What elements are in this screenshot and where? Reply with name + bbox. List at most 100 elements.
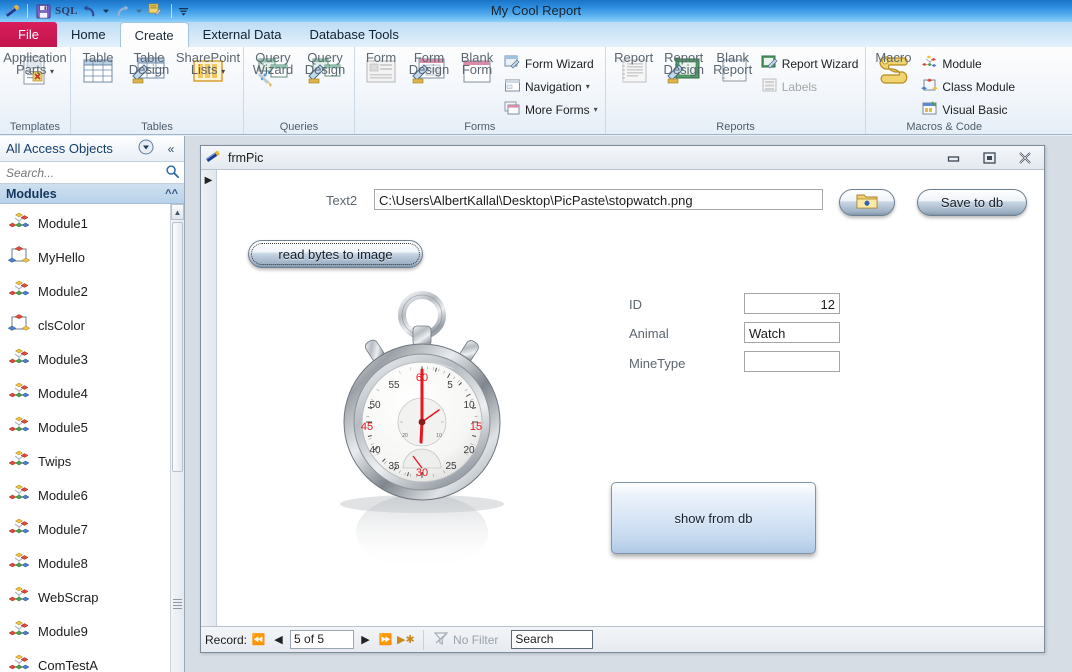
undo-dropdown-icon[interactable] [102, 2, 111, 20]
double-chevron-up-icon[interactable]: ^^ [165, 188, 178, 200]
redo-icon[interactable] [114, 2, 132, 20]
nav-next-icon[interactable]: ▶ [357, 633, 374, 646]
magnifier-icon[interactable] [165, 164, 180, 182]
table-label: Table [82, 50, 114, 65]
list-item[interactable]: Module1 [0, 206, 170, 240]
navigation-button[interactable]: Navigation ▾ [501, 76, 601, 97]
animal-label: Animal [629, 326, 669, 341]
list-item[interactable]: Twips [0, 444, 170, 478]
tab-home[interactable]: Home [57, 22, 120, 47]
svg-text:50: 50 [369, 400, 381, 411]
navigation-icon [504, 77, 521, 97]
report-wizard-label: Report Wizard [781, 56, 859, 71]
module-icon [8, 449, 30, 474]
restore-icon[interactable] [974, 149, 1004, 167]
scrollbar-thumb[interactable] [172, 222, 183, 472]
nav-first-icon[interactable]: ⏪ [250, 633, 267, 646]
form-body: ▶ Text2 C:\Users\AlbertKallal\Desktop\Pi… [201, 170, 1044, 626]
macro-button[interactable]: Macro [870, 49, 916, 92]
list-item[interactable]: ComTestA [0, 648, 170, 672]
query-wizard-button[interactable]: Query Wizard [248, 49, 298, 92]
list-item[interactable]: Module2 [0, 274, 170, 308]
report-label: Report [614, 50, 654, 65]
record-selector-bar[interactable]: ▶ [201, 170, 217, 626]
minimize-icon[interactable] [938, 149, 968, 167]
blank-form-button[interactable]: Blank Form [455, 49, 499, 92]
read-bytes-to-image-button[interactable]: read bytes to image [248, 240, 423, 268]
blank-report-button[interactable]: Blank Report [710, 49, 756, 92]
nav-last-icon[interactable]: ⏩ [377, 633, 394, 646]
tab-create[interactable]: Create [119, 22, 189, 47]
list-item[interactable]: MyHello [0, 240, 170, 274]
sql-icon[interactable]: SQL [55, 5, 78, 17]
tab-external-data[interactable]: External Data [189, 22, 296, 47]
svg-text:45: 45 [361, 421, 373, 433]
query-design-button[interactable]: Query Design [300, 49, 350, 92]
nav-prev-icon[interactable]: ◀ [270, 633, 287, 646]
report-design-button[interactable]: Report Design [660, 49, 708, 92]
double-chevron-left-icon[interactable]: « [158, 142, 184, 156]
navigation-search-box[interactable] [0, 162, 184, 184]
minetype-field[interactable] [744, 351, 840, 372]
table-button[interactable]: Table [75, 49, 121, 92]
navigation-pane-header[interactable]: All Access Objects « [0, 136, 184, 162]
redo-dropdown-icon[interactable] [135, 2, 144, 20]
form-wizard-button[interactable]: Form Wizard [501, 53, 601, 74]
scroll-up-button[interactable]: ▲ [171, 204, 184, 220]
id-field[interactable]: 12 [744, 293, 840, 314]
report-button[interactable]: Report [610, 49, 658, 92]
application-parts-button[interactable]: Application Parts ▾ [3, 49, 67, 92]
search-input[interactable] [4, 164, 165, 181]
chevron-down-icon-2: ▾ [593, 105, 598, 114]
macro-icon[interactable] [147, 2, 165, 20]
ribbon-group-forms: Form Form Design Blank Form Form Wizard … [354, 47, 605, 134]
dropdown-circle-icon[interactable] [138, 139, 154, 158]
nav-new-record-icon[interactable]: ▶✱ [397, 633, 415, 646]
visual-basic-button[interactable]: Visual Basic [918, 99, 1018, 120]
list-item[interactable]: clsColor [0, 308, 170, 342]
form-design-button[interactable]: Form Design [405, 49, 453, 92]
module-button[interactable]: Module [918, 53, 1018, 74]
class-module-button[interactable]: Class Module [918, 76, 1018, 97]
record-navigator: Record: ⏪ ◀ 5 of 5 ▶ ⏩ ▶✱ No Filter Sear… [201, 626, 1044, 652]
nav-group-header-label: Modules [6, 186, 57, 201]
sharepoint-lists-button[interactable]: SharePoint Lists ▾ [176, 49, 240, 92]
list-item[interactable]: WebScrap [0, 580, 170, 614]
labels-button[interactable]: Labels [758, 76, 862, 97]
list-item[interactable]: Module9 [0, 614, 170, 648]
show-from-db-button[interactable]: show from db [611, 482, 816, 554]
list-item[interactable]: Module8 [0, 546, 170, 580]
customize-qat-icon[interactable] [178, 2, 190, 20]
report-wizard-button[interactable]: Report Wizard [758, 53, 862, 74]
save-to-db-button[interactable]: Save to db [917, 189, 1027, 216]
list-item[interactable]: Module3 [0, 342, 170, 376]
tab-file[interactable]: File [0, 22, 57, 47]
list-item[interactable]: Module5 [0, 410, 170, 444]
ribbon-group-macros-code: Macro Module Class Module Visual Basic M… [865, 47, 1022, 134]
filter-status[interactable]: No Filter [423, 629, 508, 650]
module-icon [921, 54, 938, 74]
svg-text:40: 40 [369, 445, 381, 456]
save-icon[interactable] [34, 2, 52, 20]
text2-field[interactable]: C:\Users\AlbertKallal\Desktop\PicPaste\s… [374, 189, 823, 210]
nav-group-header-modules[interactable]: Modules ^^ [0, 184, 184, 204]
class-module-icon [7, 245, 31, 270]
close-icon[interactable] [1010, 149, 1040, 167]
table-design-button[interactable]: Table Design [123, 49, 175, 92]
undo-icon[interactable] [81, 2, 99, 20]
form-button[interactable]: Form [359, 49, 403, 92]
form-window-frmpic: frmPic ▶ Text2 C:\Users\AlbertKallal\Des… [200, 145, 1045, 653]
ribbon-group-templates: Application Parts ▾ Templates [0, 47, 70, 134]
record-search-input[interactable]: Search [511, 630, 594, 649]
navigation-pane-scrollbar[interactable]: ▲ [170, 204, 184, 672]
more-forms-button[interactable]: More Forms ▾ [501, 99, 601, 120]
list-item[interactable]: Module4 [0, 376, 170, 410]
list-item[interactable]: Module6 [0, 478, 170, 512]
browse-file-button[interactable] [839, 189, 895, 216]
list-item[interactable]: Module7 [0, 512, 170, 546]
record-position-field[interactable]: 5 of 5 [290, 630, 355, 649]
animal-field[interactable]: Watch [744, 322, 840, 343]
tab-database-tools[interactable]: Database Tools [295, 22, 412, 47]
pane-resize-grip[interactable] [173, 599, 182, 609]
access-logo-icon[interactable] [3, 2, 21, 20]
